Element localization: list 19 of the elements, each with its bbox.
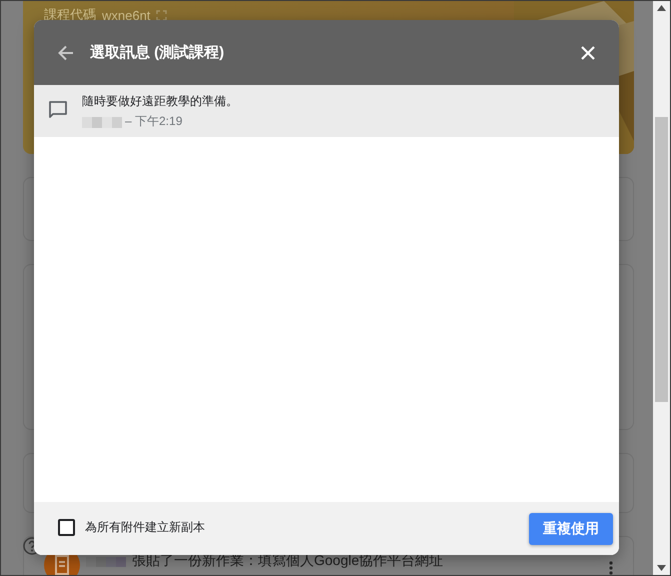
comment-icon bbox=[48, 100, 68, 120]
blurred-name bbox=[86, 555, 126, 569]
scrollbar[interactable] bbox=[653, 1, 670, 575]
scrollbar-thumb[interactable] bbox=[655, 117, 668, 402]
checkbox-label: 為所有附件建立新副本 bbox=[85, 519, 205, 536]
course-code: wxne6nt bbox=[102, 8, 150, 22]
close-icon[interactable] bbox=[581, 46, 595, 60]
message-item[interactable]: 隨時要做好遠距教學的準備。 – 下午2:19 bbox=[34, 85, 619, 137]
reuse-button[interactable]: 重複使用 bbox=[529, 512, 613, 544]
blurred-name bbox=[82, 114, 122, 128]
message-text: 隨時要做好遠距教學的準備。 bbox=[82, 93, 238, 110]
scroll-up-icon[interactable] bbox=[657, 5, 666, 11]
checkbox[interactable] bbox=[58, 519, 75, 536]
scroll-down-icon[interactable] bbox=[657, 565, 666, 571]
more-icon[interactable] bbox=[609, 561, 613, 575]
course-code-label: 課程代碼 bbox=[44, 6, 96, 24]
back-arrow-icon[interactable] bbox=[58, 44, 74, 60]
message-time: – 下午2:19 bbox=[125, 113, 182, 130]
dialog-title: 選取訊息 (測試課程) bbox=[90, 43, 226, 62]
